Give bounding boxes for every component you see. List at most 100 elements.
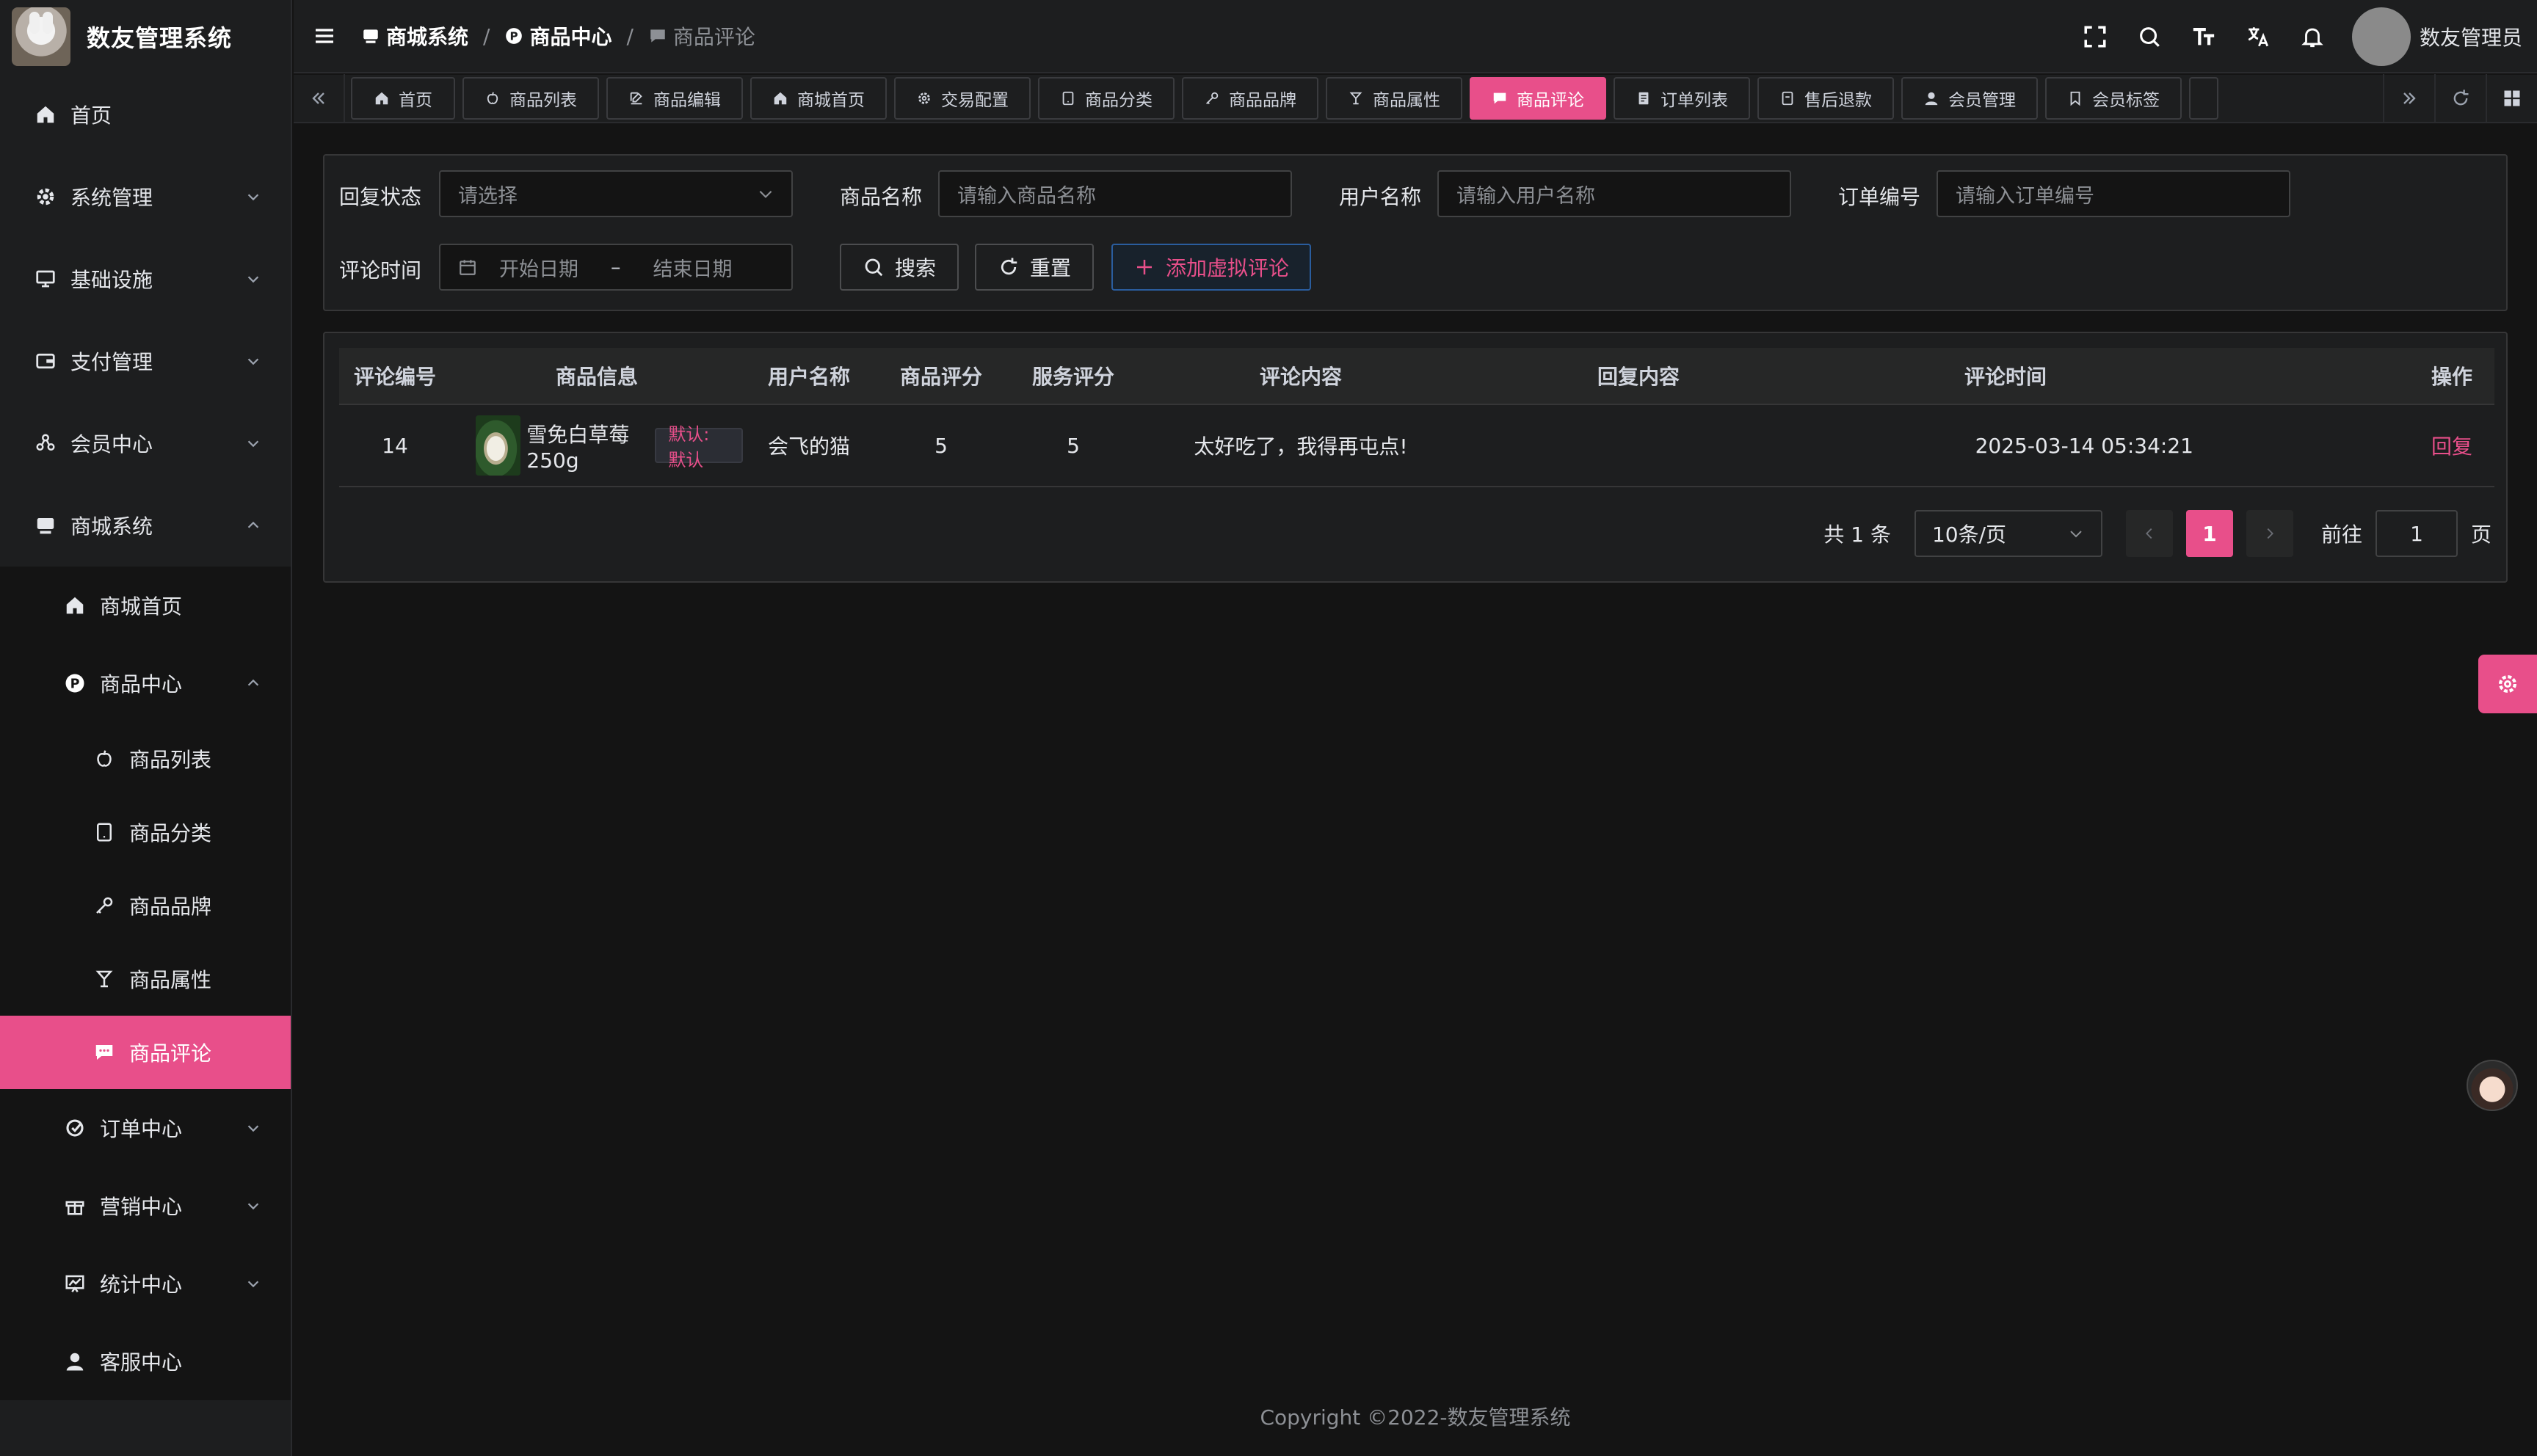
svg-text:P: P [70,677,80,691]
comment-date-range[interactable]: 开始日期 – 结束日期 [439,244,793,291]
comment-content-cell: 太好吃了，我得再屯点! [1194,434,1408,459]
font-size-icon[interactable] [2189,22,2218,51]
sidebar-item-home[interactable]: 首页 [0,73,291,156]
menu-toggle-icon[interactable] [310,21,339,51]
user-name-input[interactable]: 请输入用户名称 [1437,170,1791,217]
sidebar-item-product-comment[interactable]: 商品评论 [0,1016,291,1089]
gear-icon [2498,674,2517,694]
tabs-scroll-right-icon[interactable] [2383,74,2434,123]
breadcrumb-label: 商城系统 [386,25,469,49]
next-page-button[interactable] [2246,510,2293,557]
calendar-icon [460,260,476,275]
tab-label: 会员管理 [1948,91,2016,110]
avatar[interactable] [2351,7,2411,66]
settings-gear-button[interactable] [2478,655,2537,713]
sidebar-item-label: 支付管理 [70,350,153,374]
grid-menu-icon[interactable] [2486,74,2537,123]
tabs-scroll-left-icon[interactable] [294,74,345,123]
sidebar-item-payment[interactable]: 支付管理 [0,320,291,402]
tab-item[interactable]: 首页 [351,77,455,120]
sidebar-item-label: 订单中心 [100,1117,183,1141]
end-date-placeholder: 结束日期 [653,258,733,281]
sidebar-item-statistics[interactable]: 统计中心 [0,1245,291,1322]
sidebar-item-product-attr[interactable]: 商品属性 [0,942,291,1016]
tab-item[interactable]: 商品品牌 [1182,77,1318,120]
assistant-avatar[interactable] [2467,1060,2518,1111]
user-name-label: 用户名称 [1339,185,1422,209]
sidebar-item-customer-service[interactable]: 客服中心 [0,1322,291,1400]
monitor-icon [34,267,57,291]
page-size-select[interactable]: 10条/页 [1914,510,2102,557]
user-name[interactable]: 数友管理员 [2420,22,2522,51]
sidebar: 数友管理系统 首页 系统管理 基础设施 支付管理 会员中心 商城系统 商城首页 … [0,0,292,1456]
search-icon[interactable] [2135,22,2164,51]
product-p-icon: P [506,28,523,44]
sidebar-item-system[interactable]: 系统管理 [0,156,291,238]
tab-item[interactable]: 会员标签 [2045,77,2182,120]
tab-item-partial[interactable] [2189,77,2218,120]
goblet-icon [92,967,116,991]
user-icon [63,1350,87,1373]
column-header: 回复内容 [1597,365,1680,389]
chevron-down-icon [247,276,259,283]
product-score-cell: 5 [934,433,948,458]
sidebar-item-member[interactable]: 会员中心 [0,402,291,484]
tab-item[interactable]: 商品编辑 [606,77,743,120]
sidebar-item-product-brand[interactable]: 商品品牌 [0,869,291,942]
home-icon [63,594,87,617]
comment-icon [1493,92,1506,104]
tab-item[interactable]: 商品列表 [462,77,599,120]
sidebar-item-product-category[interactable]: 商品分类 [0,796,291,869]
order-icon [63,1116,87,1140]
product-name-input[interactable]: 请输入商品名称 [938,170,1292,217]
app-logo[interactable]: 数友管理系统 [0,0,291,73]
order-no-input[interactable]: 请输入订单编号 [1937,170,2290,217]
tab-item[interactable]: 商品属性 [1326,77,1462,120]
notification-bell-icon[interactable] [2298,22,2327,51]
reply-link[interactable]: 回复 [2431,431,2472,460]
tab-item[interactable]: 商品评论 [1470,77,1606,120]
sidebar-item-label: 商品品牌 [129,895,212,919]
fullscreen-icon[interactable] [2080,22,2110,51]
sidebar-item-shop-home[interactable]: 商城首页 [0,567,291,644]
reset-button[interactable]: 重置 [975,244,1094,291]
search-icon [865,258,883,277]
tab-item[interactable]: 会员管理 [1901,77,2038,120]
breadcrumb-item-shop[interactable]: 商城系统 [361,21,468,51]
tab-item[interactable]: 订单列表 [1614,77,1750,120]
tablet-icon [1062,91,1074,106]
sidebar-item-order-center[interactable]: 订单中心 [0,1089,291,1167]
tab-item[interactable]: 商城首页 [750,77,887,120]
refund-icon [1782,91,1793,106]
footer-copyright: Copyright ©2022-数友管理系统 [1260,1405,1571,1430]
search-button[interactable]: 搜索 [840,244,959,291]
sidebar-item-product-center[interactable]: P 商品中心 [0,644,291,722]
input-placeholder: 请输入订单编号 [1956,184,2094,208]
sidebar-item-marketing[interactable]: 营销中心 [0,1167,291,1245]
product-p-icon: P [63,671,87,695]
sidebar-item-infra[interactable]: 基础设施 [0,238,291,320]
tab-item[interactable]: 商品分类 [1038,77,1175,120]
sidebar-item-label: 会员中心 [70,432,153,456]
breadcrumb-item-product-center[interactable]: P 商品中心 [504,21,611,51]
refresh-icon [1001,258,1017,275]
top-header: 商城系统 / P 商品中心 / 商品评论 数友管理员 [294,0,2537,73]
product-info: 雪免白草莓 250g 默认: 默认 [451,405,743,486]
tab-item[interactable]: 交易配置 [894,77,1031,120]
tab-item[interactable]: 售后退款 [1757,77,1894,120]
page-number-current[interactable]: 1 [2185,510,2233,557]
sidebar-item-shop[interactable]: 商城系统 [0,484,291,567]
chevron-down-icon [247,1125,259,1132]
bookmark-icon [2070,91,2080,106]
product-thumbnail[interactable] [476,415,521,476]
translate-icon[interactable] [2243,22,2273,51]
prev-page-button[interactable] [2125,510,2173,557]
reply-status-select[interactable]: 请选择 [439,170,793,217]
comment-icon [650,29,665,43]
goto-page-input[interactable]: 1 [2375,510,2458,557]
sidebar-item-product-list[interactable]: 商品列表 [0,722,291,796]
apple-icon [487,92,498,104]
refresh-icon[interactable] [2434,74,2486,123]
add-virtual-comment-button[interactable]: 添加虚拟评论 [1111,244,1311,291]
apple-icon [92,747,116,771]
